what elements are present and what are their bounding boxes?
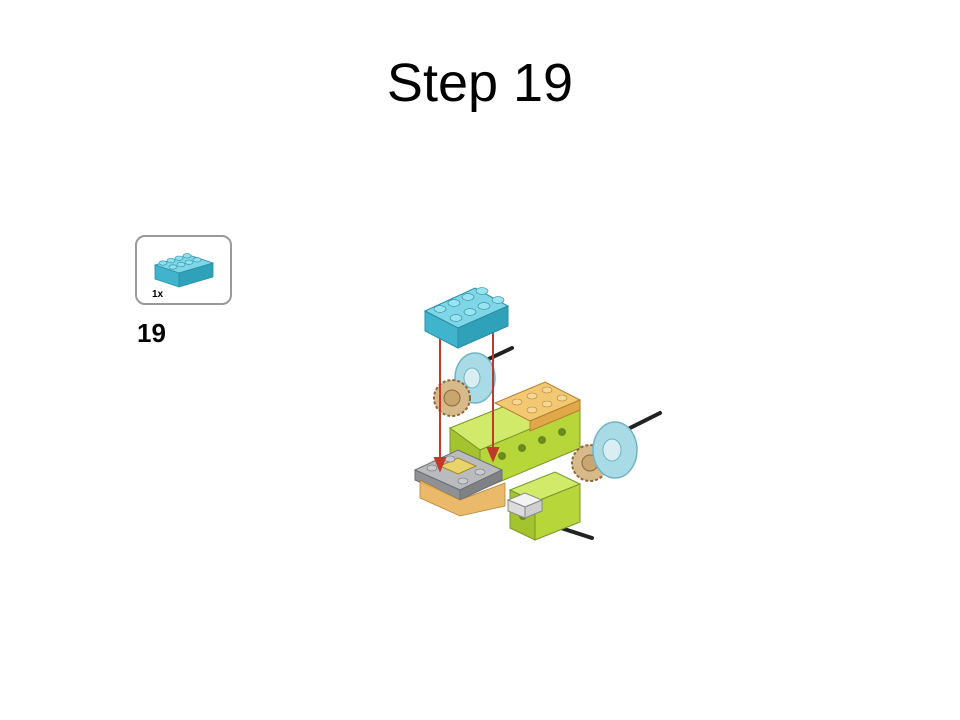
azure-brick-icon	[423, 287, 510, 349]
parts-callout: 1x	[135, 235, 232, 305]
slide-title: Step 19	[386, 53, 574, 113]
lego-model-illustration	[413, 287, 662, 541]
side-wheel-icon	[592, 421, 638, 479]
part-quantity: 1x	[152, 289, 164, 300]
azure-2x4-brick-icon	[153, 253, 215, 288]
step-number: 19	[137, 318, 166, 348]
